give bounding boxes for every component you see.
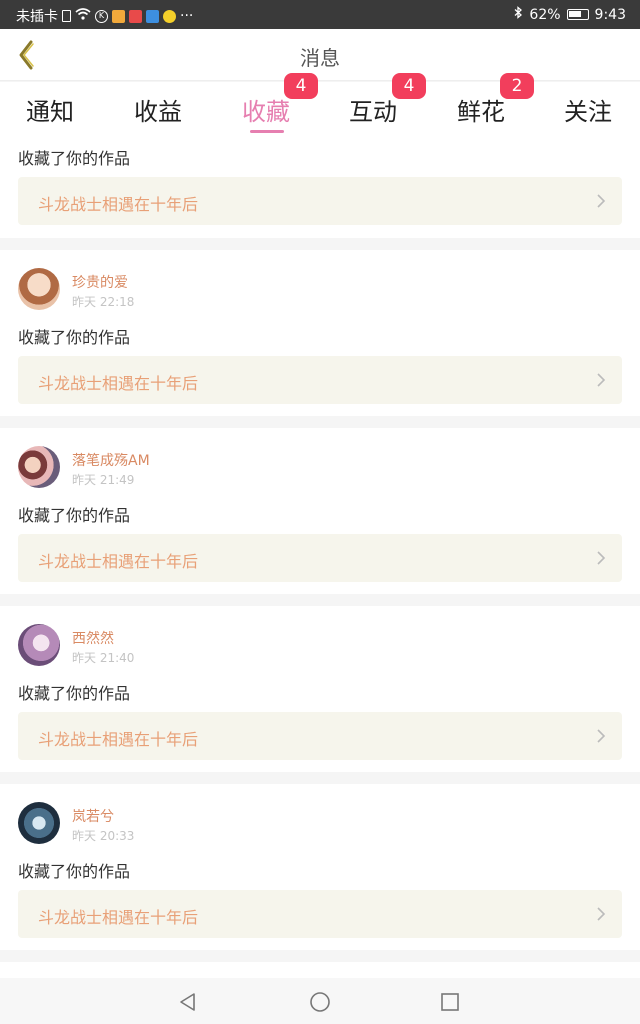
nav-back-button[interactable] [176,990,200,1014]
tab-notifications[interactable]: 通知 [0,92,100,127]
wifi-icon [75,8,91,24]
chevron-right-icon [597,194,606,208]
app-notify-icon-1 [112,9,125,23]
action-text: 收藏了你的作品 [18,862,131,881]
message-list: 收藏了你的作品 斗龙战士相遇在十年后 珍贵的爱 昨天 22:18 收藏了你的作品… [0,136,640,978]
username[interactable]: 珍贵的爱 [72,272,128,292]
work-title: 斗龙战士相遇在十年后 [38,908,199,927]
nav-recents-button[interactable] [438,990,462,1014]
list-item: 岚若兮 昨天 20:33 收藏了你的作品 斗龙战士相遇在十年后 [0,784,640,950]
work-title: 斗龙战士相遇在十年后 [38,552,199,571]
circle-home-icon [310,992,330,1012]
work-title: 斗龙战士相遇在十年后 [38,730,199,749]
tab-earnings[interactable]: 收益 [108,92,208,127]
tab-label: 互动 [349,98,397,126]
tab-bar: 通知 收益 收藏 4 互动 4 鲜花 2 关注 [0,73,640,136]
app-notify-icon-4 [163,9,176,23]
action-text: 收藏了你的作品 [18,506,131,525]
carrier-text: 未插卡 [16,9,58,25]
more-notifications: ··· [180,8,194,24]
action-text: 收藏了你的作品 [18,328,131,347]
avatar[interactable] [18,446,60,488]
tab-label: 收益 [134,98,182,126]
tab-interactions-badge: 4 [392,73,426,99]
work-title: 斗龙战士相遇在十年后 [38,374,199,393]
app-notify-icon-2 [129,9,142,23]
timestamp: 昨天 20:33 [72,829,135,843]
work-title: 斗龙战士相遇在十年后 [38,195,199,214]
timestamp: 昨天 22:18 [72,295,135,309]
list-item: 珍贵的爱 昨天 22:18 收藏了你的作品 斗龙战士相遇在十年后 [0,250,640,416]
system-nav-bar [0,978,640,1024]
chevron-right-icon [597,373,606,387]
tab-label: 鲜花 [457,98,505,126]
battery-icon [566,9,589,20]
avatar[interactable] [18,624,60,666]
square-recents-icon [441,993,459,1011]
active-tab-indicator [250,130,284,133]
status-left: 未插卡 K ··· [16,6,193,26]
app-notify-icon-3 [146,9,159,23]
status-right: 62% 9:43 [514,6,626,23]
avatar[interactable] [18,802,60,844]
chevron-right-icon [597,729,606,743]
tab-label: 收藏 [242,98,290,126]
k-icon: K [95,9,108,23]
triangle-back-icon [180,993,195,1011]
bluetooth-icon [514,6,523,23]
tab-following[interactable]: 关注 [538,92,638,127]
chevron-right-icon [597,551,606,565]
timestamp: 昨天 21:40 [72,651,135,665]
tab-label: 关注 [564,98,612,126]
status-bar: 未插卡 K ··· 62% 9:43 [0,0,640,29]
app-header: 消息 [0,29,640,81]
username[interactable]: 西然然 [72,628,114,648]
work-link[interactable]: 斗龙战士相遇在十年后 [18,356,622,404]
username[interactable]: 落笔成殇AM [72,450,150,470]
page-title: 消息 [300,46,340,70]
work-link[interactable]: 斗龙战士相遇在十年后 [18,712,622,760]
tab-label: 通知 [26,98,74,126]
nav-home-button[interactable] [308,990,332,1014]
avatar[interactable] [18,268,60,310]
list-item [0,962,640,978]
tab-flowers-badge: 2 [500,73,534,99]
battery-percent: 62% [529,6,561,23]
list-item: 西然然 昨天 21:40 收藏了你的作品 斗龙战士相遇在十年后 [0,606,640,772]
username[interactable]: 岚若兮 [72,806,114,826]
work-link[interactable]: 斗龙战士相遇在十年后 [18,890,622,938]
list-item: 收藏了你的作品 斗龙战士相遇在十年后 [0,136,640,238]
work-link[interactable]: 斗龙战士相遇在十年后 [18,177,622,225]
chevron-right-icon [597,907,606,921]
action-text: 收藏了你的作品 [18,684,131,703]
list-item: 落笔成殇AM 昨天 21:49 收藏了你的作品 斗龙战士相遇在十年后 [0,428,640,594]
work-link[interactable]: 斗龙战士相遇在十年后 [18,534,622,582]
action-text: 收藏了你的作品 [18,149,131,168]
tab-favorites-badge: 4 [284,73,318,99]
timestamp: 昨天 21:49 [72,473,135,487]
sim-icon [62,10,71,22]
clock: 9:43 [594,6,626,23]
